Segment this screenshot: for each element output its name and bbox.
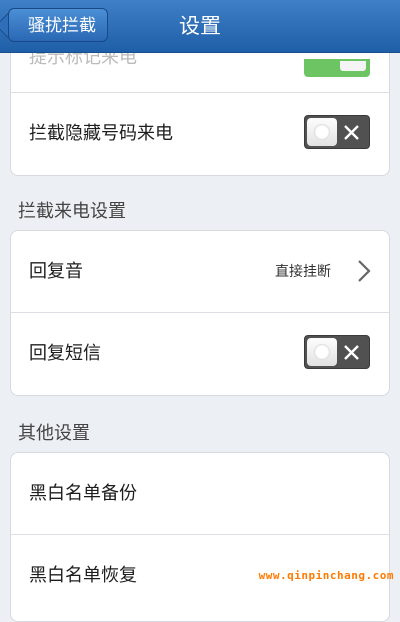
row-label: 黑白名单恢复 [29, 565, 137, 586]
settings-row-list-backup[interactable]: 黑白名单备份 [11, 453, 389, 535]
row-label: 回复音 [29, 261, 83, 282]
settings-row-reply-sms[interactable]: 回复短信 [11, 313, 389, 395]
settings-row-block-hidden-number[interactable]: 拦截隐藏号码来电 [11, 93, 389, 175]
toggle-knob [307, 338, 337, 366]
settings-group-block: 回复音 直接挂断 回复短信 [10, 230, 390, 396]
watermark: www.qinpinchang.com [258, 569, 394, 582]
toggle-knob [307, 118, 337, 146]
section-header-other-settings: 其他设置 [18, 423, 90, 444]
chevron-right-icon [358, 260, 371, 282]
settings-row-reply-tone[interactable]: 回复音 直接挂断 [11, 231, 389, 313]
row-label: 拦截隐藏号码来电 [29, 123, 173, 144]
partial-row-label: 提示标记来电 [29, 51, 137, 65]
row-value: 直接挂断 [275, 264, 331, 280]
toggle-switch-on[interactable] [304, 59, 370, 77]
section-header-block-settings: 拦截来电设置 [18, 201, 126, 222]
toggle-switch[interactable] [304, 115, 370, 149]
settings-group-other: 黑白名单备份 黑白名单恢复 [10, 452, 390, 622]
close-icon [344, 125, 359, 140]
row-label: 黑白名单备份 [29, 483, 137, 504]
page-title: 设置 [179, 14, 221, 38]
row-label: 回复短信 [29, 343, 101, 364]
toggle-switch[interactable] [304, 335, 370, 369]
close-icon [344, 345, 359, 360]
navigation-bar: 骚扰拦截 设置 [0, 0, 400, 53]
